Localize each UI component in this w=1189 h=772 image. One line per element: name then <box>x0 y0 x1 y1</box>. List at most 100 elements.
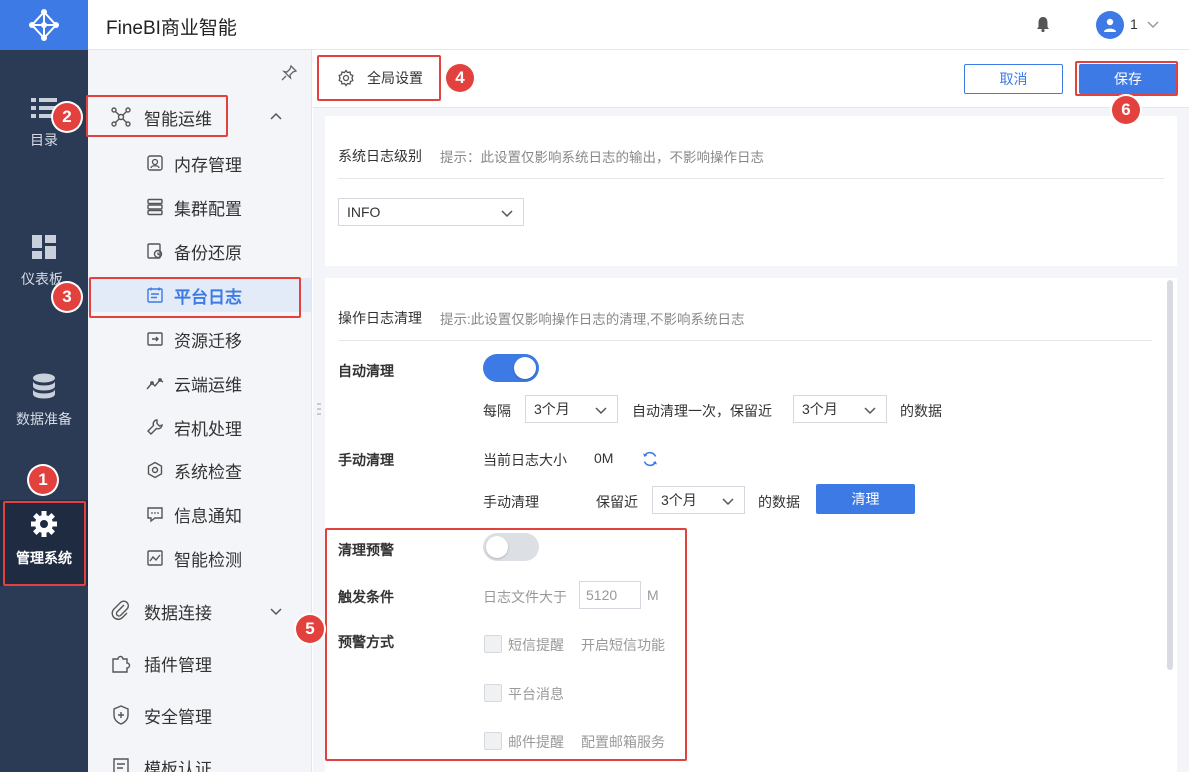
shield-icon <box>113 705 129 725</box>
chevron-up-icon[interactable] <box>268 109 284 125</box>
logo[interactable] <box>0 0 88 50</box>
migrate-icon <box>147 332 163 346</box>
annotation-box-1 <box>3 501 86 586</box>
nav-item-label: 资源迁移 <box>174 331 242 351</box>
manual-keep-select[interactable]: 3个月 <box>652 486 745 514</box>
log-level-select[interactable]: INFO <box>338 198 524 226</box>
current-size-label: 当前日志大小 <box>483 452 567 468</box>
trend-icon <box>146 378 164 390</box>
nav-item-notification[interactable]: 信息通知 <box>146 500 242 528</box>
manual-suffix: 的数据 <box>758 494 800 510</box>
rail-item-data-prep[interactable]: 数据准备 <box>0 373 88 429</box>
settings-toolbar: 全局设置 取消 保存 <box>313 50 1189 108</box>
annotation-badge-6: 6 <box>1112 96 1140 124</box>
annotation-badge-1: 1 <box>29 466 57 494</box>
system-log-hint: 提示：此设置仅影响系统日志的输出，不影响操作日志 <box>440 150 764 165</box>
nav-item-system-check[interactable]: 系统检查 <box>146 456 242 484</box>
nav-item-label: 信息通知 <box>174 506 242 526</box>
nav-item-label: 宕机处理 <box>174 419 242 439</box>
scrollbar[interactable] <box>1167 280 1173 670</box>
annotation-badge-5: 5 <box>296 615 324 643</box>
nav-group-plugins[interactable]: 插件管理 <box>110 648 212 678</box>
nav-item-label: 系统检查 <box>174 462 242 482</box>
nav-group-label: 数据连接 <box>144 603 212 623</box>
cancel-button[interactable]: 取消 <box>964 64 1063 94</box>
interval-select[interactable]: 3个月 <box>525 395 618 423</box>
nav-item-migration[interactable]: 资源迁移 <box>146 325 242 353</box>
puzzle-icon <box>112 655 131 673</box>
interval-suffix: 的数据 <box>900 403 942 419</box>
keep-select[interactable]: 3个月 <box>793 395 887 423</box>
certificate-icon <box>113 758 129 772</box>
wrench-icon <box>147 419 163 435</box>
backup-icon <box>147 243 163 259</box>
annotation-box-3 <box>89 277 301 318</box>
database-icon <box>33 373 55 399</box>
refresh-icon[interactable] <box>641 450 659 468</box>
chevron-down-icon[interactable] <box>268 603 284 619</box>
current-size-value: 0M <box>594 450 614 466</box>
message-icon <box>147 507 163 523</box>
dashboard-icon <box>32 235 56 259</box>
chevron-down-icon <box>501 210 513 218</box>
nav-group-security[interactable]: 安全管理 <box>110 700 212 730</box>
nav-group-data-connection[interactable]: 数据连接 <box>110 596 212 626</box>
pin-icon[interactable] <box>280 64 298 82</box>
nav-item-crash[interactable]: 宕机处理 <box>146 413 242 441</box>
system-log-title: 系统日志级别 <box>338 148 422 164</box>
link-icon <box>111 600 130 620</box>
auto-clean-label: 自动清理 <box>338 363 394 379</box>
auto-clean-toggle[interactable] <box>483 354 539 382</box>
nav-group-label: 安全管理 <box>144 707 212 727</box>
settings-icon <box>147 461 163 479</box>
divider <box>338 178 1164 179</box>
avatar[interactable] <box>1096 11 1124 39</box>
annotation-badge-2: 2 <box>53 103 81 131</box>
nav-item-label: 集群配置 <box>174 199 242 219</box>
annotation-box-6 <box>1075 61 1178 96</box>
annotation-badge-4: 4 <box>446 64 474 92</box>
left-rail: 目录 仪表板 数据准备 管理系统 <box>0 50 88 772</box>
nav-item-smart-detect[interactable]: 智能检测 <box>146 544 242 572</box>
bell-icon[interactable] <box>1034 15 1052 33</box>
nav-item-backup[interactable]: 备份还原 <box>146 237 242 265</box>
op-log-hint: 提示:此设置仅影响操作日志的清理,不影响系统日志 <box>440 312 745 327</box>
select-value: 3个月 <box>802 401 838 417</box>
nav-item-label: 备份还原 <box>174 243 242 263</box>
nav-group-label: 模板认证 <box>144 759 212 772</box>
rail-item-dashboard[interactable]: 仪表板 <box>0 235 88 289</box>
monitor-icon <box>147 550 163 566</box>
select-value: 3个月 <box>534 401 570 417</box>
annotation-box-5 <box>325 528 687 761</box>
annotation-box-2 <box>86 95 228 137</box>
chevron-down-icon <box>595 407 607 415</box>
annotation-badge-3: 3 <box>53 283 81 311</box>
nav-item-memory[interactable]: 内存管理 <box>146 149 242 177</box>
system-log-card: 系统日志级别 提示：此设置仅影响系统日志的输出，不影响操作日志 INFO <box>325 116 1177 266</box>
user-name[interactable]: 1 <box>1130 16 1138 32</box>
divider <box>338 340 1152 341</box>
nav-item-cloud-ops[interactable]: 云端运维 <box>146 369 242 397</box>
memory-icon <box>147 155 163 171</box>
nav-group-label: 插件管理 <box>144 655 212 675</box>
drag-handle-icon[interactable] <box>317 402 321 416</box>
rail-item-label: 仪表板 <box>21 271 63 287</box>
op-log-title: 操作日志清理 <box>338 310 422 326</box>
annotation-box-4 <box>317 55 441 101</box>
keep-prefix: 保留近 <box>596 494 638 510</box>
nav-group-template-cert[interactable]: 模板认证 <box>110 752 212 772</box>
chevron-down-icon[interactable] <box>1145 16 1161 32</box>
sub-navigation: 智能运维 内存管理 集群配置 备份还原 平台日志 资源迁移 云端运维 宕机处理 … <box>88 50 312 772</box>
chevron-down-icon <box>722 498 734 506</box>
manual-row-label: 手动清理 <box>483 494 539 510</box>
interval-middle-text: 自动清理一次，保留近 <box>632 403 772 419</box>
rail-item-label: 目录 <box>30 132 58 148</box>
select-value: INFO <box>347 204 381 220</box>
clean-button[interactable]: 清理 <box>816 484 915 514</box>
select-value: 3个月 <box>661 492 697 508</box>
manual-clean-label: 手动清理 <box>338 452 394 468</box>
nav-item-label: 智能检测 <box>174 550 242 570</box>
interval-prefix: 每隔 <box>483 403 511 419</box>
server-icon <box>147 198 163 216</box>
nav-item-cluster[interactable]: 集群配置 <box>146 193 242 221</box>
